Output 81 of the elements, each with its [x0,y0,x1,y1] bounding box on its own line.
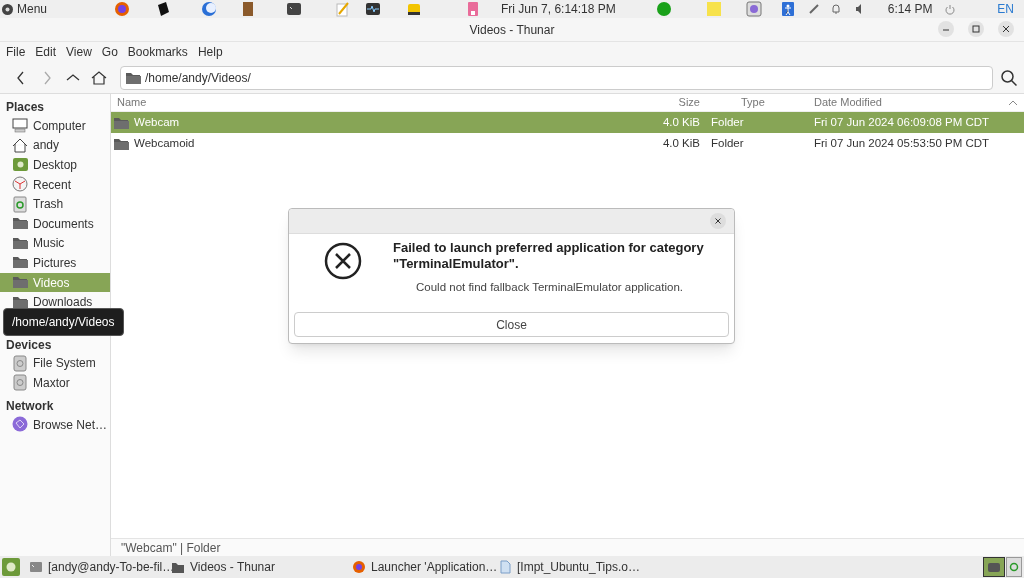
menu-button[interactable]: Menu [0,0,52,18]
column-header[interactable]: Size [271,94,706,111]
column-header[interactable]: Date Modified [814,94,1008,111]
badge-icon[interactable] [655,1,672,17]
sidebar-item[interactable]: Maxtor [0,373,110,393]
taskbar-button[interactable]: Videos - Thunar [171,556,317,578]
sidebar-item[interactable]: Pictures [0,253,110,273]
file-size: 4.0 KiB [662,115,700,128]
sidebar-item[interactable]: Computer [0,116,110,136]
close-button[interactable] [710,213,726,229]
tooltip: /home/andy/Videos [3,308,124,336]
file-name: Webcamoid [134,135,195,151]
clock[interactable]: Fri Jun 7, 6:14:18 PM [501,0,616,18]
taskbar-button[interactable]: Launcher 'Application… [352,556,498,578]
browser-icon[interactable] [114,1,131,17]
window-icon [987,561,1001,573]
drive-icon [12,374,29,392]
folder-icon [171,560,185,574]
column-header[interactable]: Type [706,94,814,111]
house-icon [12,136,29,154]
menu-item[interactable]: Bookmarks [122,43,193,61]
error-icon [324,242,362,280]
start-icon [6,562,16,572]
file-type: Folder [711,115,744,128]
taskbar-button[interactable]: [Impt_Ubuntu_Tips.o… [498,556,644,578]
drive-icon [12,354,29,372]
trash-button[interactable] [1006,557,1022,577]
workspace-button[interactable] [983,557,1005,577]
computer-icon [12,117,29,135]
file-name: Webcam [134,114,180,130]
camera-icon[interactable] [745,1,762,17]
dialog-message: Could not find fallback TerminalEmulator application. [416,280,684,295]
drive-icon[interactable] [406,1,423,17]
desktop-icon [12,156,29,174]
maximize-button[interactable] [968,21,984,37]
sidebar-item[interactable]: Music [0,233,110,254]
menu-item[interactable]: View [61,43,97,61]
section-heading: Network [5,397,55,415]
section-heading: Places [5,99,46,116]
menu-item[interactable]: Help [192,43,228,61]
file-date: Fri 07 Jun 2024 06:09:08 PM CDT [814,115,990,128]
sidebar-item[interactable]: Documents [0,213,110,234]
file-type: Folder [711,136,744,149]
recycle-icon [1009,562,1019,572]
taskbar-button[interactable]: [andy@andy-To-be-fil… [29,556,171,578]
minimize-button[interactable] [938,21,954,37]
column-header[interactable]: Name [111,94,271,111]
document-icon [498,560,512,574]
file-date: Fri 07 Jun 2024 05:53:50 PM CDT [814,136,990,149]
status-text: "Webcam" | Folder [121,539,221,557]
menu-item[interactable]: Go [96,43,123,61]
sidebar-item[interactable]: Browse Net… [0,414,110,435]
sidebar-item[interactable]: Trash [0,194,110,214]
language-indicator[interactable]: EN [997,0,1014,18]
close-button[interactable] [998,21,1014,37]
start-button[interactable] [2,558,20,576]
sidebar-item[interactable]: File System [0,353,110,374]
menu-icon [2,3,13,15]
pulse-icon[interactable] [365,1,382,17]
moon-icon[interactable] [201,1,218,17]
clock-icon [12,176,29,194]
search-icon [1000,68,1018,87]
file-row[interactable]: Webcamoid 4.0 KiB Folder Fri 07 Jun 2024 05:53:50 PM CDT [111,133,1024,154]
sidebar-item[interactable]: andy [0,135,110,156]
section-heading: Devices [5,336,53,354]
menu-item[interactable]: Edit [30,43,62,61]
dialog-title: Failed to launch preferred application for category "TerminalEmulator". [393,240,705,272]
sidebar-item[interactable]: Desktop [0,155,110,175]
location-field[interactable]: /home/andy/Videos/ [120,65,993,90]
network-icon [12,416,29,433]
window-title: Videos - Thunar [469,21,555,39]
browser-icon [352,560,366,574]
trash-icon [12,195,29,213]
menu-item[interactable]: File [1,43,31,61]
panel-time[interactable]: 6:14 PM [887,0,933,18]
terminal-icon [29,560,43,574]
file-size: 4.0 KiB [662,136,700,149]
sidebar-item[interactable]: Recent [0,174,110,195]
close-button[interactable]: Close [294,312,729,337]
terminal-icon[interactable] [286,1,303,17]
accessibility-icon[interactable] [780,1,797,17]
